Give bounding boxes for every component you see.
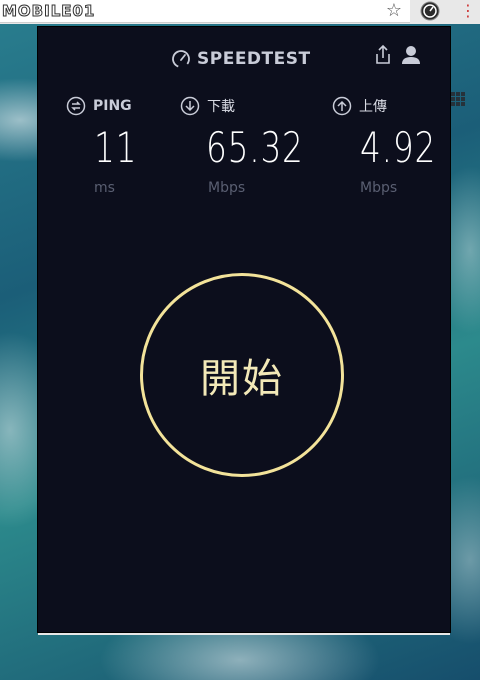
user-icon[interactable]	[400, 44, 422, 66]
start-button-label: 開始	[200, 356, 284, 402]
ping-value: 11	[94, 123, 138, 172]
star-icon[interactable]: ☆	[384, 0, 404, 22]
download-header: 下載	[180, 94, 235, 118]
upload-header: 上傳	[332, 94, 387, 118]
speedometer-icon	[172, 50, 190, 68]
ping-metric: PING 11 ms	[66, 94, 186, 224]
upload-label: 上傳	[359, 99, 387, 115]
apps-grid-icon[interactable]	[451, 92, 465, 106]
address-bar[interactable]: MOBILE01	[0, 0, 410, 23]
site-logo: MOBILE01	[1, 2, 96, 21]
browser-toolbar: MOBILE01 ☆ ⋮	[0, 0, 480, 24]
speedtest-extension-icon[interactable]	[418, 0, 442, 22]
site-logo-text: MOBILE01	[1, 2, 96, 21]
download-value: 65.32	[206, 123, 304, 172]
ping-icon	[66, 96, 86, 116]
download-label: 下載	[207, 99, 235, 115]
start-button[interactable]: 開始	[140, 273, 344, 477]
ping-label: PING	[93, 98, 132, 114]
download-metric: 下載 65.32 Mbps	[180, 94, 304, 224]
menu-icon[interactable]: ⋮	[460, 0, 476, 22]
brand-text: SPEEDTEST	[197, 49, 311, 69]
brand: SPEEDTEST	[171, 47, 311, 71]
share-icon[interactable]	[374, 44, 392, 66]
ping-header: PING	[66, 94, 132, 118]
speedtest-popup: SPEEDTEST PING 11 ms 下載 65.32 Mbps 上傳 4.…	[38, 27, 450, 632]
popup-header: SPEEDTEST	[38, 27, 450, 89]
upload-unit: Mbps	[360, 180, 398, 196]
download-arrow-icon	[180, 96, 200, 116]
ping-unit: ms	[94, 180, 115, 196]
download-unit: Mbps	[208, 180, 246, 196]
upload-value: 4.92	[360, 123, 437, 172]
upload-metric: 上傳 4.92 Mbps	[332, 94, 452, 224]
upload-arrow-icon	[332, 96, 352, 116]
